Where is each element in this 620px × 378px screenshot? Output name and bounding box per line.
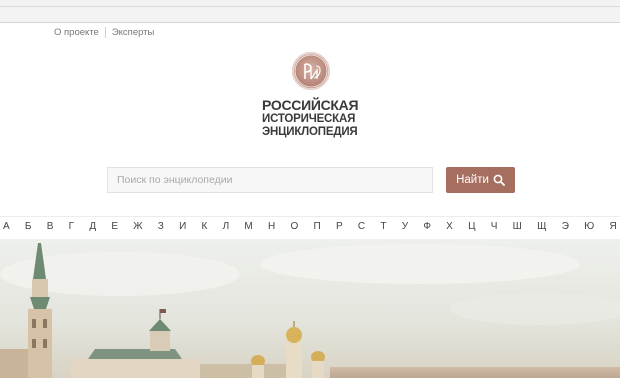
- search-input[interactable]: [107, 167, 433, 193]
- search-button[interactable]: Найти: [446, 167, 515, 193]
- search-button-label: Найти: [456, 174, 489, 186]
- letter-link[interactable]: Щ: [537, 221, 546, 232]
- hero-painting-kremlin: [0, 239, 620, 378]
- letter-link[interactable]: Т: [380, 221, 386, 232]
- letter-link[interactable]: У: [402, 221, 408, 232]
- browser-toolbar-divider: [0, 6, 620, 7]
- letter-link[interactable]: К: [202, 221, 208, 232]
- letter-link[interactable]: Д: [89, 221, 96, 232]
- letter-link[interactable]: И: [179, 221, 186, 232]
- letter-link[interactable]: О: [290, 221, 298, 232]
- letter-link[interactable]: Э: [562, 221, 569, 232]
- letter-link[interactable]: З: [158, 221, 164, 232]
- letter-link[interactable]: Г: [69, 221, 74, 232]
- letter-link[interactable]: М: [244, 221, 252, 232]
- letter-link[interactable]: Ю: [584, 221, 594, 232]
- letter-link[interactable]: В: [47, 221, 54, 232]
- logo-line-3: ЭНЦИКЛОПЕДИЯ: [262, 126, 358, 138]
- nav-divider: [104, 27, 106, 38]
- nav-link-about[interactable]: О проекте: [54, 27, 99, 38]
- letter-link[interactable]: Я: [610, 221, 617, 232]
- letter-link[interactable]: Ц: [468, 221, 475, 232]
- logo-line-1: РОССИЙСКАЯ: [262, 97, 359, 113]
- letter-link[interactable]: Ш: [513, 221, 522, 232]
- search-icon: [493, 174, 505, 186]
- letter-link[interactable]: Р: [336, 221, 343, 232]
- logo-line-2: ИСТОРИЧЕСКАЯ: [262, 113, 356, 125]
- browser-toolbar: [0, 0, 620, 23]
- letter-link[interactable]: С: [358, 221, 365, 232]
- top-navigation: О проекте Эксперты: [54, 27, 154, 38]
- nav-link-experts[interactable]: Эксперты: [112, 27, 155, 38]
- kremlin-painting-image: [0, 239, 620, 378]
- search-form: [107, 167, 433, 193]
- letter-link[interactable]: П: [314, 221, 321, 232]
- letter-link[interactable]: Ф: [423, 221, 431, 232]
- letter-link[interactable]: Ж: [133, 221, 142, 232]
- letter-link[interactable]: Х: [446, 221, 453, 232]
- letter-link[interactable]: Ч: [491, 221, 498, 232]
- letter-link[interactable]: Б: [25, 221, 32, 232]
- letter-link[interactable]: А: [3, 221, 10, 232]
- alphabet-index: А Б В Г Д Е Ж З И К Л М Н О П Р С Т У Ф …: [0, 216, 620, 236]
- letter-link[interactable]: Л: [223, 221, 230, 232]
- logo-emblem[interactable]: [292, 52, 330, 90]
- site-logo-title[interactable]: РОССИЙСКАЯ ИСТОРИЧЕСКАЯ ЭНЦИКЛОПЕДИЯ: [262, 98, 362, 139]
- letter-link[interactable]: Н: [268, 221, 275, 232]
- letter-link[interactable]: Е: [111, 221, 118, 232]
- logo-monogram-icon: [294, 54, 328, 88]
